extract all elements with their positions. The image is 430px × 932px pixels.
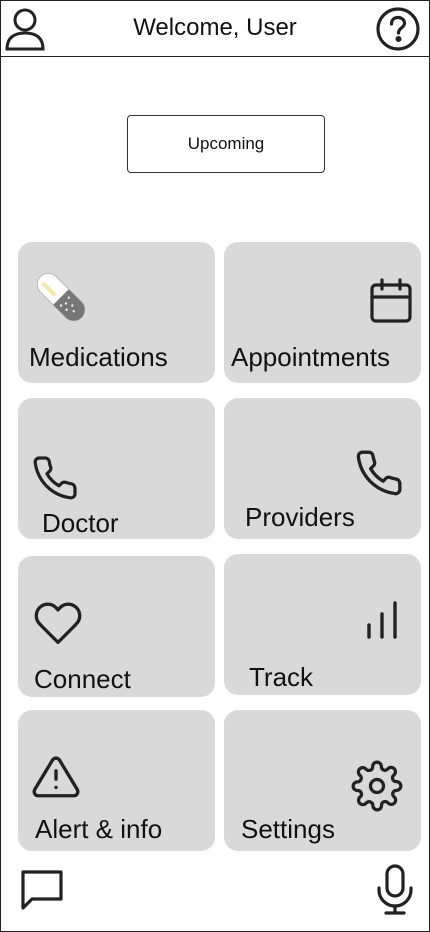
- phone-icon: [354, 448, 404, 503]
- pill-icon: [36, 270, 86, 329]
- chat-icon[interactable]: [20, 869, 64, 911]
- tile-track[interactable]: Track: [224, 554, 421, 695]
- tile-label-medications: Medications: [29, 342, 168, 372]
- tile-providers[interactable]: Providers: [224, 398, 421, 539]
- alert-triangle-icon: [31, 754, 81, 805]
- microphone-icon[interactable]: [374, 864, 416, 916]
- top-bar: Welcome, User: [1, 1, 429, 57]
- tile-doctor[interactable]: Doctor: [18, 398, 215, 539]
- tile-connect[interactable]: Connect: [18, 556, 215, 697]
- tile-label-settings: Settings: [241, 814, 335, 844]
- upcoming-button[interactable]: Upcoming: [127, 115, 325, 173]
- tile-label-connect: Connect: [34, 664, 131, 694]
- tile-label-appointments: Appointments: [231, 342, 390, 372]
- app-screen: Welcome, User Upcoming Medications Appoi…: [0, 0, 430, 932]
- tile-medications[interactable]: Medications: [18, 242, 215, 383]
- phone-icon: [31, 454, 79, 507]
- tile-label-alert-info: Alert & info: [35, 814, 163, 844]
- tile-alert-info[interactable]: Alert & info: [18, 710, 215, 851]
- page-title: Welcome, User: [133, 14, 297, 41]
- signal-bars-icon: [364, 599, 400, 646]
- tile-settings[interactable]: Settings: [224, 710, 421, 851]
- tile-appointments[interactable]: Appointments: [224, 242, 421, 383]
- calendar-icon: [369, 277, 413, 330]
- help-circle-icon[interactable]: [375, 6, 421, 52]
- tile-label-track: Track: [249, 662, 314, 692]
- tile-label-providers: Providers: [245, 502, 355, 532]
- gear-icon: [351, 760, 403, 817]
- tile-label-doctor: Doctor: [42, 508, 119, 538]
- heart-icon: [33, 600, 83, 651]
